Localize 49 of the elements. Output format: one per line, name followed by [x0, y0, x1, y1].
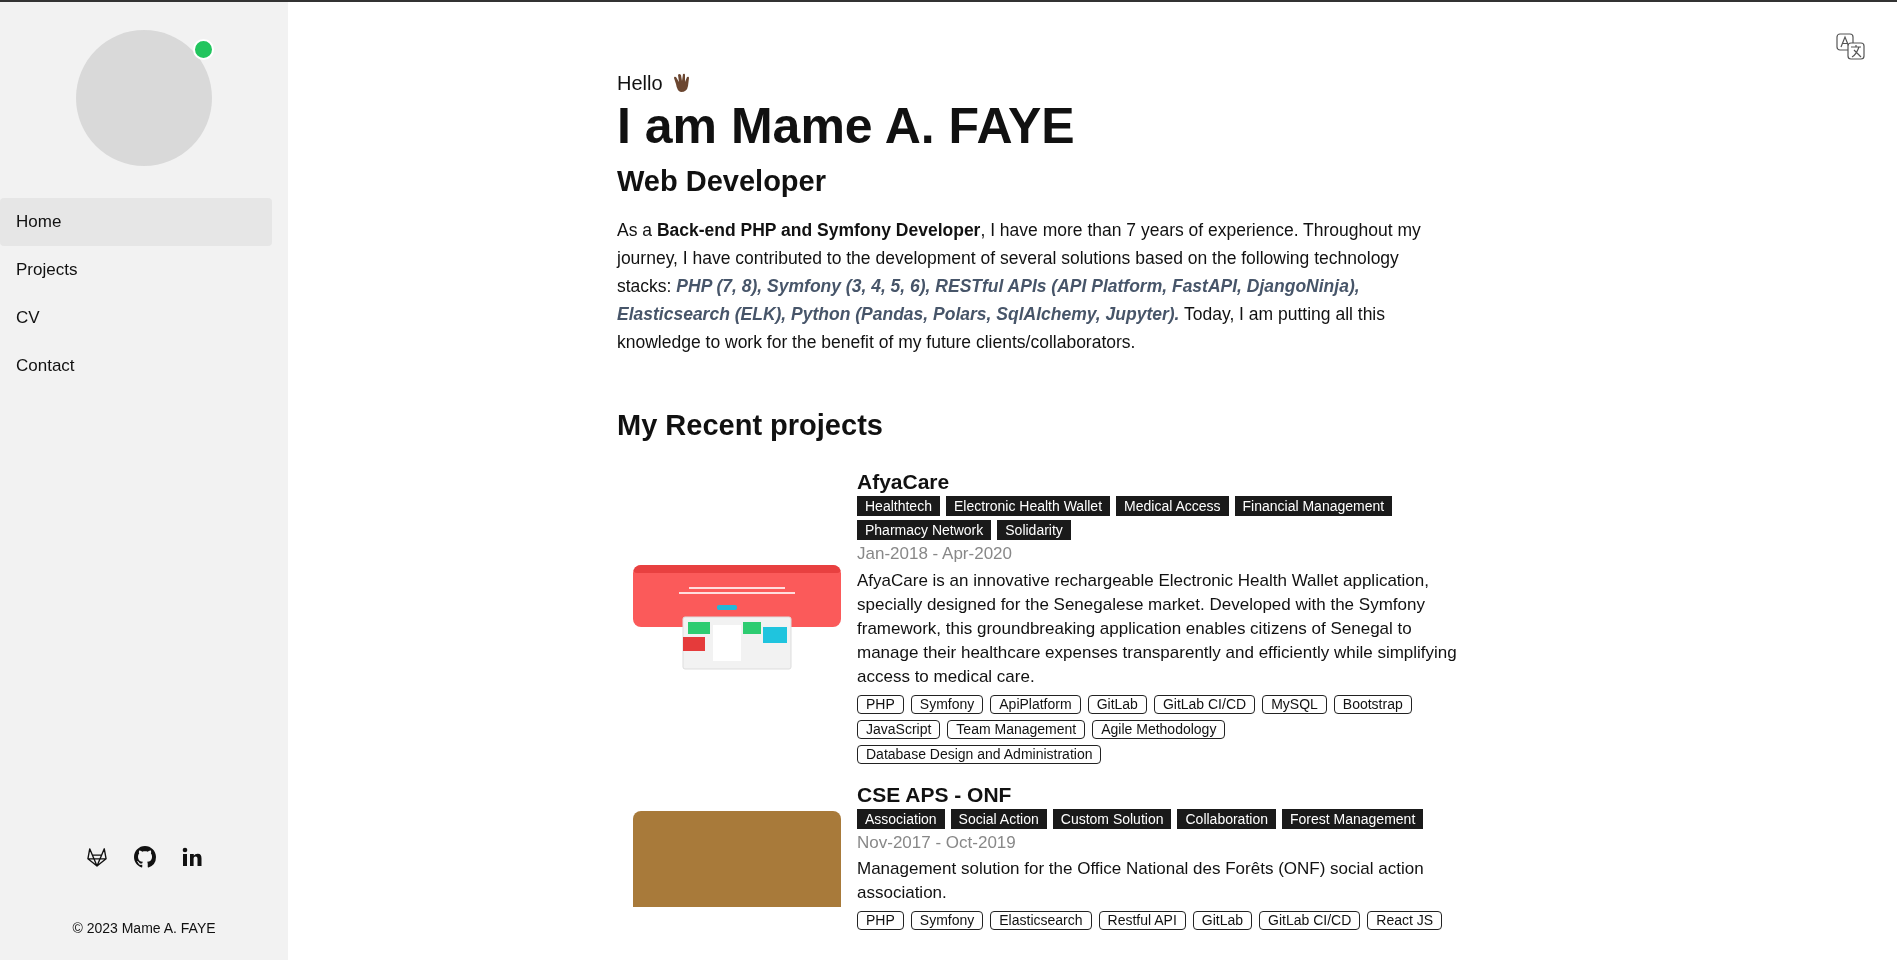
- skill-tag: Database Design and Administration: [857, 744, 1102, 764]
- category-tag: Solidarity: [997, 520, 1071, 540]
- project-title: AfyaCare: [857, 469, 951, 495]
- skill-tag: Team Management: [947, 719, 1086, 739]
- skill-tag: Restful API: [1098, 911, 1186, 930]
- skill-tag: PHP: [857, 694, 904, 714]
- category-tag: Healthtech: [857, 496, 940, 516]
- github-icon[interactable]: [134, 846, 156, 868]
- nav-link[interactable]: Projects: [0, 246, 272, 294]
- name-heading: I am Mame A. FAYE: [617, 98, 1076, 154]
- skill-tag: Symfony: [910, 694, 984, 714]
- greeting-text: Hello: [617, 71, 663, 96]
- category-tag: Electronic Health Wallet: [945, 496, 1111, 516]
- category-tag: Collaboration: [1177, 808, 1276, 829]
- category-tag: Financial Management: [1234, 496, 1393, 516]
- skill-tag: GitLab: [1192, 911, 1253, 930]
- skill-tag: Elasticsearch: [990, 911, 1092, 930]
- translate-icon[interactable]: [1835, 32, 1867, 62]
- skill-tag: Symfony: [910, 911, 984, 930]
- category-tag: Forest Management: [1282, 808, 1424, 829]
- skill-tag: JavaScript: [857, 719, 941, 739]
- category-tag: Medical Access: [1116, 496, 1229, 516]
- category-tag: Custom Solution: [1052, 808, 1172, 829]
- project-title: CSE APS - ONF: [857, 781, 1013, 808]
- skill-tag: ApiPlatform: [990, 694, 1081, 714]
- nav-link[interactable]: CV: [0, 294, 272, 342]
- skill-tag: PHP: [857, 911, 904, 930]
- skill-tag: React JS: [1367, 911, 1443, 930]
- project-description: AfyaCare is an innovative rechargeable Electronic Health Wallet application, specially designed for the Senegalese market. Developed with the Symfony framework, this groundbreaking application enables citizens of Senegal to manage their healthcare expenses transparently and efficiently while simplifying access to medical care.: [857, 569, 1458, 688]
- project-description: Management solution for the Office National des Forêts (ONF) social action association.: [857, 858, 1425, 904]
- section-heading: My Recent projects: [617, 407, 884, 443]
- skill-tag: Agile Methodology: [1092, 719, 1226, 739]
- skill-tag: GitLab CI/CD: [1153, 694, 1256, 714]
- skill-tag: MySQL: [1262, 694, 1327, 714]
- project-period: Jan-2018 - Apr-2020: [857, 543, 1013, 565]
- skill-tag: Bootstrap: [1333, 694, 1412, 714]
- nav-link[interactable]: Home: [0, 198, 272, 246]
- copyright-text: © 2023 Mame A. FAYE: [71, 919, 217, 938]
- bio-paragraph: As a Back-end PHP and Symfony Developer, I have more than 7 years of experience. Throughout my journey, I have contributed to the development of several solutions based on the following technology stacks: PHP (7, 8), Symfony (3, 4, 5, 6), RESTful APIs (API Platform, FastAPI, DjangoNinja), Elasticsearch (ELK), Python (Pandas, Polars, SqlAlchemy, Jupyter). Today, I am putting all this knowledge to work for the benefit of my future clients/collaborators.: [617, 218, 1422, 354]
- fox-head-icon[interactable]: [86, 847, 108, 867]
- skill-tag: GitLab: [1087, 694, 1147, 714]
- nav-link[interactable]: Contact: [0, 342, 272, 390]
- category-tag: Pharmacy Network: [857, 520, 992, 540]
- skill-tag: GitLab CI/CD: [1259, 911, 1361, 930]
- project-period: Nov-2017 - Oct-2019: [857, 831, 1017, 854]
- category-tag: Social Action: [950, 808, 1047, 829]
- category-tag: Association: [857, 808, 945, 829]
- linkedin-icon[interactable]: [182, 847, 202, 867]
- role-heading: Web Developer: [617, 164, 827, 199]
